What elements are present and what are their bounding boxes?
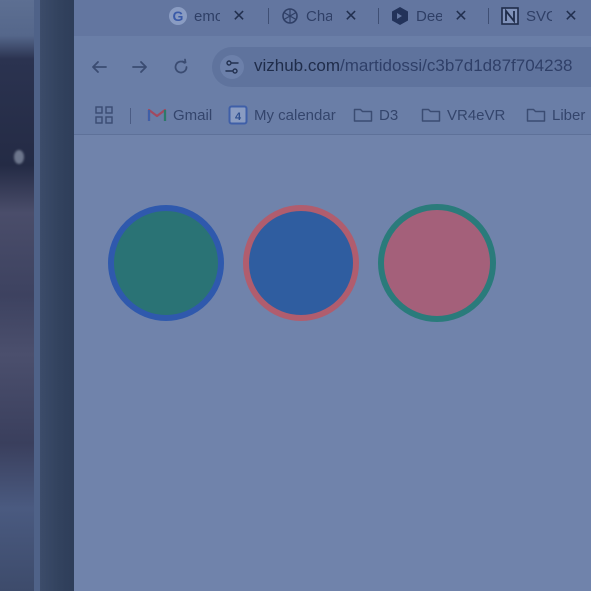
url-text: vizhub.com/martidossi/c3b7d1d87f704238 (254, 56, 572, 76)
openai-icon (280, 6, 300, 26)
tab-label: Cha (306, 7, 332, 25)
svg-text:G: G (173, 8, 184, 24)
browser-toolbar: vizhub.com/martidossi/c3b7d1d87f704238 (74, 36, 591, 98)
close-icon[interactable]: ✕ (344, 8, 358, 25)
bookmark-calendar[interactable]: 4 My calendar (228, 104, 336, 126)
folder-icon (353, 105, 373, 125)
calendar-badge: 4 (235, 111, 242, 123)
circle-3 (378, 204, 496, 322)
tab-label: Dee (416, 7, 442, 25)
bookmark-label: VR4eVR (447, 106, 506, 124)
reload-icon[interactable] (169, 55, 193, 79)
folder-icon (526, 105, 546, 125)
bookmark-label: Liber (552, 106, 586, 124)
background-scene (0, 0, 84, 591)
address-bar[interactable]: vizhub.com/martidossi/c3b7d1d87f704238 (212, 47, 591, 87)
tab-deepseek[interactable]: Dee ✕ (390, 2, 468, 30)
folder-icon (421, 105, 441, 125)
bookmark-label: D3 (379, 106, 399, 124)
tab-chatgpt[interactable]: Cha ✕ (280, 2, 358, 30)
back-arrow-icon[interactable] (87, 55, 111, 79)
close-icon[interactable]: ✕ (454, 8, 468, 25)
circle-2 (243, 205, 359, 321)
circle-1 (108, 205, 224, 321)
bookmark-folder-d3[interactable]: D3 (353, 104, 398, 126)
close-icon[interactable]: ✕ (564, 8, 578, 25)
bookmark-folder-vr4evr[interactable]: VR4eVR (421, 104, 505, 126)
forward-arrow-icon[interactable] (128, 55, 152, 79)
page-content (74, 135, 591, 591)
tab-divider (488, 8, 489, 24)
bookmark-divider (130, 108, 131, 124)
tab-divider (268, 8, 269, 24)
browser-window: G emo ✕ Cha ✕ Dee ✕ SVG ✕ vizhub.com/mar… (74, 0, 591, 591)
tune-icon[interactable] (220, 55, 244, 79)
calendar-icon: 4 (228, 105, 248, 125)
deepseek-icon (390, 6, 410, 26)
background-light (14, 150, 24, 164)
gmail-icon (147, 105, 167, 125)
url-path: /martidossi/c3b7d1d87f704238 (339, 56, 573, 75)
tab-divider (378, 8, 379, 24)
tab-strip: G emo ✕ Cha ✕ Dee ✕ SVG ✕ (74, 0, 591, 36)
notion-icon (500, 6, 520, 26)
bookmark-label: Gmail (173, 106, 213, 124)
bookmarks-bar: Gmail 4 My calendar D3 VR4eVR Liber (74, 98, 591, 135)
bookmark-label: My calendar (254, 106, 336, 124)
apps-grid-icon (94, 105, 114, 125)
bookmark-gmail[interactable]: Gmail (147, 104, 212, 126)
tab-label: SVG (526, 7, 552, 25)
close-icon[interactable]: ✕ (232, 8, 246, 25)
apps-grid-icon[interactable] (94, 104, 120, 126)
tab-svg[interactable]: SVG ✕ (500, 2, 578, 30)
bookmark-folder-liber[interactable]: Liber (526, 104, 585, 126)
tab-google[interactable]: G emo ✕ (168, 2, 246, 30)
tab-label: emo (194, 7, 220, 25)
url-host: vizhub.com (254, 56, 340, 75)
circles-visualization (108, 204, 496, 322)
google-icon: G (168, 6, 188, 26)
